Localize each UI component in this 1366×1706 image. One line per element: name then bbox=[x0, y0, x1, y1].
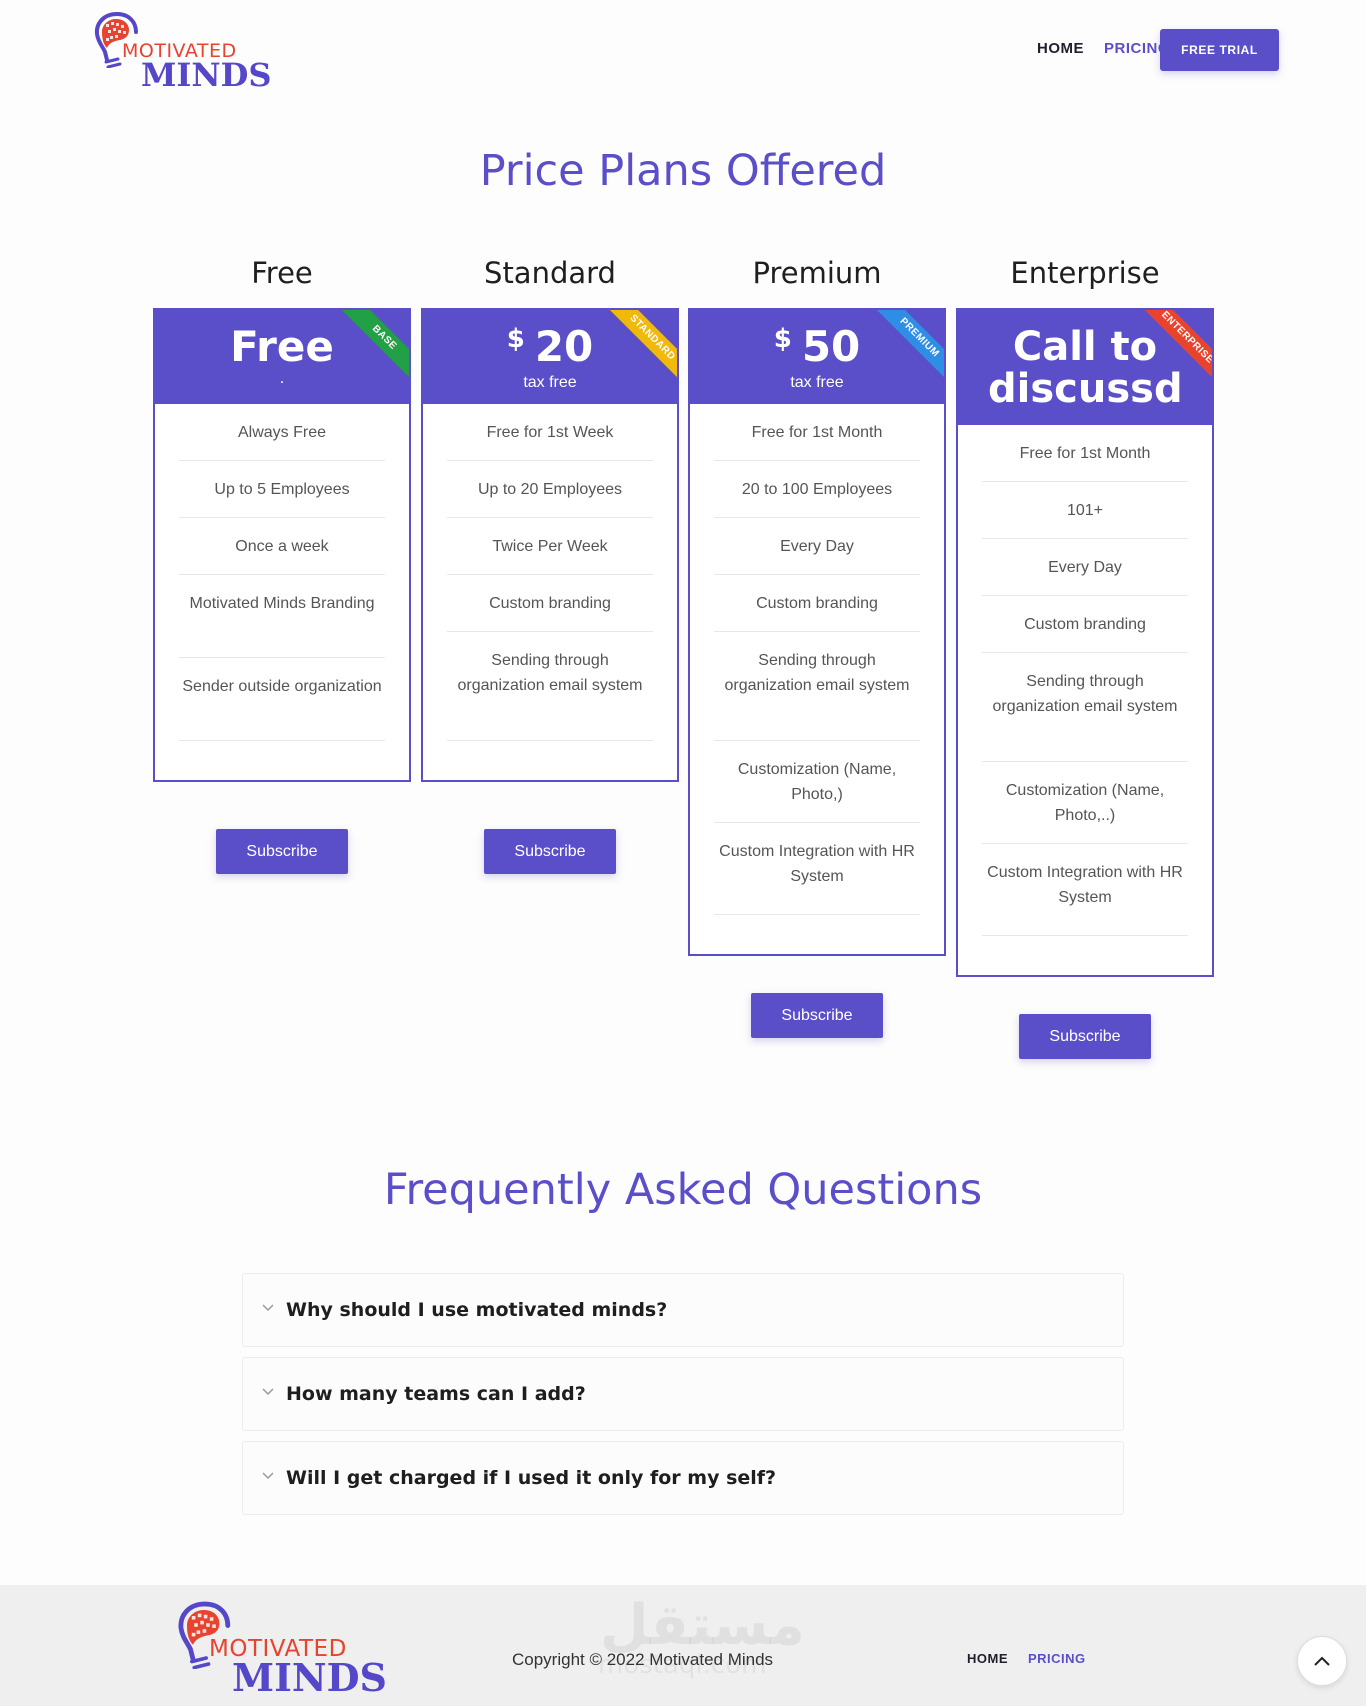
feature-item: Custom Integration with HR System bbox=[714, 823, 920, 915]
feature-item: Free for 1st Month bbox=[714, 404, 920, 461]
scroll-to-top-button[interactable] bbox=[1297, 1636, 1347, 1686]
brand-word-minds: MINDS bbox=[141, 56, 272, 94]
feature-item: Up to 5 Employees bbox=[179, 461, 385, 518]
plan-header: $ 20 tax free STANDARD bbox=[423, 310, 677, 404]
subscribe-button[interactable]: Subscribe bbox=[1019, 1014, 1151, 1059]
nav-home-link[interactable]: HOME bbox=[1037, 40, 1084, 57]
feature-item: 101+ bbox=[982, 482, 1188, 539]
feature-item: Sending through organization email syste… bbox=[714, 632, 920, 741]
feature-list: Free for 1st Month 101+ Every Day Custom… bbox=[958, 425, 1212, 936]
plan-card: $ 20 tax free STANDARD Free for 1st Week… bbox=[421, 308, 679, 782]
footer-pricing-link[interactable]: PRICING bbox=[1028, 1651, 1086, 1666]
faq-item[interactable]: Will I get charged if I used it only for… bbox=[242, 1441, 1124, 1515]
feature-item: Every Day bbox=[982, 539, 1188, 596]
plan-enterprise: Enterprise Call to discussd ENTERPRISE F… bbox=[956, 256, 1214, 1059]
subscribe-button[interactable]: Subscribe bbox=[484, 829, 616, 874]
plan-name: Standard bbox=[484, 256, 616, 290]
pricing-title: Price Plans Offered bbox=[479, 146, 887, 196]
feature-item: Custom branding bbox=[447, 575, 653, 632]
plan-name: Enterprise bbox=[1010, 256, 1160, 290]
site-header: MOTIVATED MINDS HOME PRICING FREE TRIAL bbox=[0, 0, 1366, 105]
faq-title: Frequently Asked Questions bbox=[383, 1165, 983, 1215]
watermark-logo: مستقل bbox=[600, 1593, 805, 1658]
feature-item: Motivated Minds Branding bbox=[179, 575, 385, 658]
copyright-text: Copyright © 2022 Motivated Minds bbox=[512, 1650, 774, 1669]
plan-header: Free . BASE bbox=[155, 310, 409, 404]
subscribe-button[interactable]: Subscribe bbox=[751, 993, 883, 1038]
feature-item: Free for 1st Week bbox=[447, 404, 653, 461]
feature-item: 20 to 100 Employees bbox=[714, 461, 920, 518]
plan-name: Premium bbox=[752, 256, 882, 290]
feature-list: Free for 1st Month 20 to 100 Employees E… bbox=[690, 404, 944, 915]
plan-premium: Premium $ 50 tax free PREMIUM Free for 1… bbox=[688, 256, 946, 1038]
plan-price: 20 bbox=[534, 322, 594, 371]
faq-question: Why should I use motivated minds? bbox=[286, 1299, 668, 1321]
subscribe-button[interactable]: Subscribe bbox=[216, 829, 348, 874]
plan-card: Call to discussd ENTERPRISE Free for 1st… bbox=[956, 308, 1214, 977]
footer-home-link[interactable]: HOME bbox=[967, 1651, 1008, 1666]
plan-header: Call to discussd ENTERPRISE bbox=[958, 310, 1212, 425]
currency-symbol: $ bbox=[506, 324, 525, 354]
chevron-up-icon bbox=[1314, 1656, 1330, 1666]
feature-item: Customization (Name, Photo,..) bbox=[982, 762, 1188, 844]
chevron-down-icon bbox=[262, 1388, 274, 1396]
brand-word-minds: MINDS bbox=[232, 1655, 387, 1700]
chevron-down-icon bbox=[262, 1472, 274, 1480]
feature-list: Always Free Up to 5 Employees Once a wee… bbox=[155, 404, 409, 741]
chevron-down-icon bbox=[262, 1304, 274, 1312]
feature-item: Custom branding bbox=[714, 575, 920, 632]
feature-item: Customization (Name, Photo,) bbox=[714, 741, 920, 823]
feature-item: Once a week bbox=[179, 518, 385, 575]
faq-item[interactable]: Why should I use motivated minds? bbox=[242, 1273, 1124, 1347]
currency-symbol: $ bbox=[773, 324, 792, 354]
footer-brand-logo[interactable]: MOTIVATED MINDS bbox=[175, 1599, 387, 1700]
plan-standard: Standard $ 20 tax free STANDARD Free for… bbox=[421, 256, 679, 874]
feature-list: Free for 1st Week Up to 20 Employees Twi… bbox=[423, 404, 677, 741]
plan-name: Free bbox=[251, 256, 313, 290]
brand-logo[interactable]: MOTIVATED MINDS bbox=[92, 10, 272, 94]
faq-question: How many teams can I add? bbox=[286, 1383, 586, 1405]
plan-ribbon: PREMIUM bbox=[873, 310, 944, 384]
feature-item: Free for 1st Month bbox=[982, 425, 1188, 482]
site-footer: MOTIVATED MINDS مستقل mostaql.com Copyri… bbox=[0, 1585, 1366, 1706]
plan-header: $ 50 tax free PREMIUM bbox=[690, 310, 944, 404]
feature-item: Sending through organization email syste… bbox=[982, 653, 1188, 762]
plan-subtext: tax free bbox=[790, 374, 844, 391]
plan-price: 50 bbox=[801, 322, 861, 371]
plan-ribbon: STANDARD bbox=[606, 310, 677, 384]
plan-subtext: tax free bbox=[523, 374, 577, 391]
plan-card: Free . BASE Always Free Up to 5 Employee… bbox=[153, 308, 411, 782]
free-trial-button[interactable]: FREE TRIAL bbox=[1160, 29, 1279, 71]
faq-question: Will I get charged if I used it only for… bbox=[286, 1467, 777, 1489]
feature-item: Twice Per Week bbox=[447, 518, 653, 575]
main-nav: HOME PRICING bbox=[1037, 40, 1170, 57]
faq-item[interactable]: How many teams can I add? bbox=[242, 1357, 1124, 1431]
plan-card: $ 50 tax free PREMIUM Free for 1st Month… bbox=[688, 308, 946, 956]
feature-item: Custom branding bbox=[982, 596, 1188, 653]
plan-free: Free Free . BASE Always Free Up to 5 Emp… bbox=[153, 256, 411, 874]
feature-item: Sending through organization email syste… bbox=[447, 632, 653, 741]
feature-item: Custom Integration with HR System bbox=[982, 844, 1188, 936]
feature-item: Always Free bbox=[179, 404, 385, 461]
feature-item: Every Day bbox=[714, 518, 920, 575]
feature-item: Sender outside organization bbox=[179, 658, 385, 741]
feature-item: Up to 20 Employees bbox=[447, 461, 653, 518]
footer-nav: HOME PRICING bbox=[967, 1651, 1086, 1666]
plan-subtext: . bbox=[279, 370, 285, 387]
